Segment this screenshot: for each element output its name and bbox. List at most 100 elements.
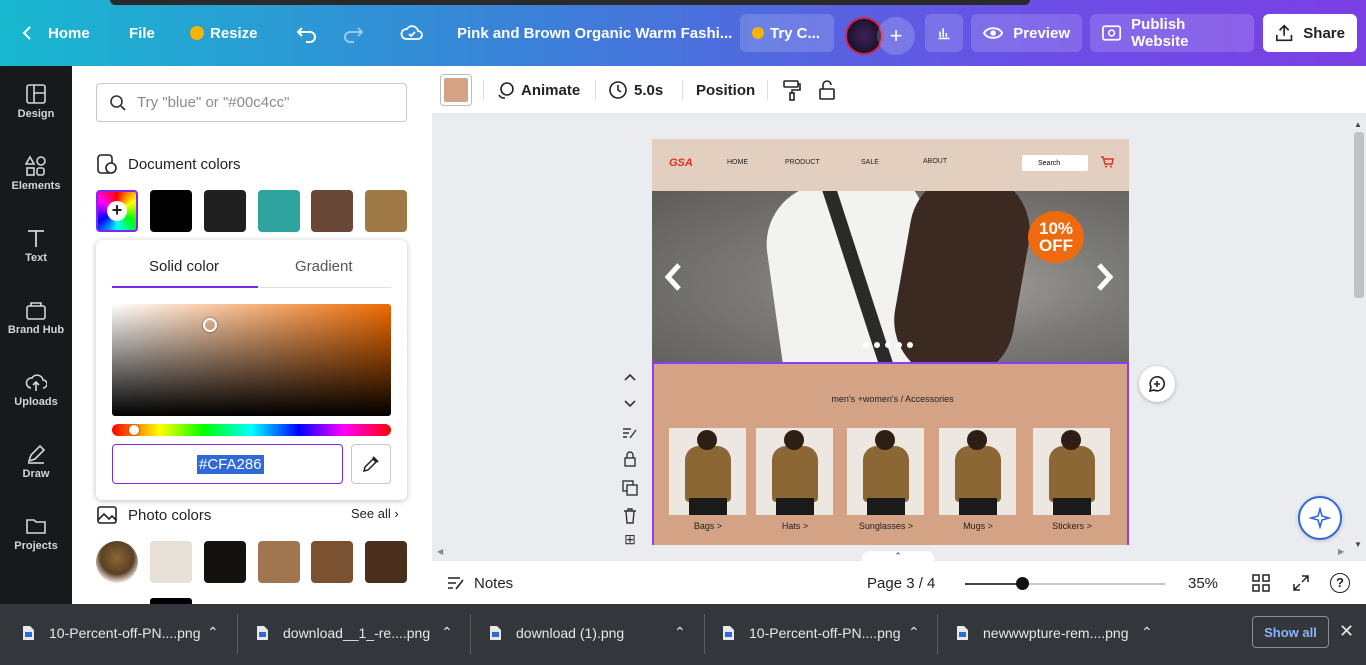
tab-gradient[interactable]: Gradient (295, 258, 353, 275)
edit-section-button[interactable] (618, 422, 642, 444)
try-pro-label: Try C... (770, 24, 821, 42)
move-down-button[interactable] (618, 393, 642, 415)
photo-thumbnail[interactable] (96, 541, 138, 583)
hex-input[interactable]: #CFA286 (112, 444, 343, 484)
tab-solid-color[interactable]: Solid color (149, 258, 219, 275)
rail-item-brand-hub[interactable]: Brand Hub (0, 299, 72, 359)
rail-item-design[interactable]: Design (0, 83, 72, 143)
photo-color-swatch[interactable] (204, 541, 246, 583)
resize-button[interactable]: Resize (190, 14, 258, 52)
publish-website-button[interactable]: Publish Website (1090, 14, 1254, 52)
home-label: Home (48, 24, 90, 42)
fullscreen-button[interactable] (1292, 574, 1310, 597)
share-button[interactable]: Share (1263, 14, 1357, 52)
document-color-swatch[interactable] (258, 190, 300, 232)
hue-handle[interactable] (129, 425, 139, 435)
scroll-right-arrow[interactable]: ▶ (1338, 547, 1344, 556)
document-color-swatch[interactable] (311, 190, 353, 232)
vertical-scroll-thumb[interactable] (1354, 132, 1364, 298)
document-title[interactable]: Pink and Brown Organic Warm Fashi... (457, 14, 732, 52)
duration-button[interactable]: 5.0s (608, 66, 663, 114)
site-navbar[interactable]: GSA HOME PRODUCT SALE ABOUT Search (652, 139, 1129, 191)
download-item[interactable]: download__1_-re....png (256, 604, 430, 661)
redo-button[interactable] (342, 14, 364, 52)
grid-view-button[interactable] (1252, 574, 1270, 597)
scroll-up-arrow[interactable]: ▲ (1354, 120, 1362, 129)
add-icon: ⊞ (624, 532, 636, 546)
document-color-swatch[interactable] (204, 190, 246, 232)
site-search-label: Search (1038, 160, 1061, 167)
move-up-button[interactable] (618, 366, 642, 388)
fill-color-button[interactable] (440, 74, 472, 106)
file-menu[interactable]: File (129, 14, 155, 52)
notes-button[interactable]: Notes (446, 574, 513, 592)
download-item[interactable]: newwwpture-rem....png (956, 604, 1129, 661)
rail-item-text[interactable]: Text (0, 227, 72, 287)
design-page[interactable]: GSA HOME PRODUCT SALE ABOUT Search 10% O… (652, 139, 1129, 560)
try-pro-button[interactable]: Try C... (740, 14, 834, 52)
scroll-down-arrow[interactable]: ▼ (1354, 540, 1362, 549)
rail-item-elements[interactable]: Elements (0, 155, 72, 215)
chevron-up-icon[interactable]: ⌃ (1141, 604, 1153, 661)
photo-color-swatch[interactable] (311, 541, 353, 583)
document-color-swatch[interactable] (150, 190, 192, 232)
lock-button[interactable] (817, 66, 837, 114)
file-icon (957, 625, 968, 640)
chevron-up-icon[interactable]: ⌃ (441, 604, 453, 661)
lock-section-button[interactable] (618, 448, 642, 470)
show-all-button[interactable]: Show all (1252, 616, 1329, 648)
download-filename: download__1_-re....png (283, 624, 431, 641)
chevron-up-icon[interactable]: ⌃ (207, 604, 219, 661)
cloud-save-button[interactable] (400, 14, 424, 52)
comment-button[interactable] (1139, 366, 1175, 402)
close-downloads-button[interactable]: ✕ (1339, 621, 1354, 642)
page-indicator[interactable]: Page 3 / 4 (867, 575, 935, 592)
document-color-swatch[interactable] (365, 190, 407, 232)
lock-icon (624, 451, 636, 467)
eyedropper-button[interactable] (351, 444, 391, 484)
position-button[interactable]: Position (696, 66, 755, 114)
home-button[interactable]: Home (18, 14, 90, 52)
hue-slider[interactable] (112, 424, 391, 436)
rail-label: Text (25, 252, 47, 264)
add-color-button[interactable]: + (96, 190, 138, 232)
undo-button[interactable] (296, 14, 318, 52)
add-section-button[interactable]: ⊞ (618, 532, 642, 546)
zoom-slider-handle[interactable] (1016, 577, 1029, 590)
download-item[interactable]: download (1).png (489, 604, 624, 661)
zoom-percent[interactable]: 35% (1188, 575, 1218, 592)
rail-label: Design (17, 108, 55, 120)
animate-button[interactable]: Animate (495, 66, 580, 114)
magic-assistant-button[interactable] (1298, 496, 1342, 540)
chevron-up-icon[interactable]: ⌃ (674, 604, 686, 661)
copy-style-button[interactable] (782, 66, 802, 114)
see-all-link[interactable]: See all › (351, 506, 399, 521)
rail-item-projects[interactable]: Projects (0, 515, 72, 575)
cloud-check-icon (400, 25, 423, 40)
photo-color-swatch[interactable] (258, 541, 300, 583)
chevron-up-icon[interactable]: ⌃ (908, 604, 920, 661)
delete-section-button[interactable] (618, 505, 642, 527)
expand-pages-button[interactable]: ⌃ (862, 551, 934, 563)
vertical-scrollbar[interactable]: ▲ ▼ (1350, 120, 1366, 560)
chevron-right-icon (1097, 263, 1114, 291)
add-collaborator-button[interactable]: + (877, 17, 915, 55)
insights-button[interactable] (925, 14, 963, 52)
color-search[interactable] (96, 83, 407, 122)
preview-button[interactable]: Preview (971, 14, 1082, 52)
download-item[interactable]: 10-Percent-off-PN....png (22, 604, 200, 661)
saturation-field[interactable] (112, 304, 391, 416)
download-item[interactable]: 10-Percent-off-PN....png (722, 604, 900, 661)
canva-editor: Home File Resize Pink and Brown Organic … (0, 0, 1366, 665)
rail-item-uploads[interactable]: Uploads (0, 371, 72, 431)
help-button[interactable]: ? (1330, 573, 1350, 593)
color-search-input[interactable] (137, 94, 387, 111)
photo-color-swatch[interactable] (150, 541, 192, 583)
resize-label: Resize (210, 24, 258, 42)
saturation-handle[interactable] (203, 318, 217, 332)
duplicate-section-button[interactable] (618, 477, 642, 499)
rail-item-draw[interactable]: Draw (0, 443, 72, 503)
photo-color-swatch[interactable] (365, 541, 407, 583)
scroll-left-arrow[interactable]: ◀ (437, 547, 443, 556)
selected-section[interactable]: men's +women's / Accessories Bags > Hats… (652, 362, 1129, 560)
